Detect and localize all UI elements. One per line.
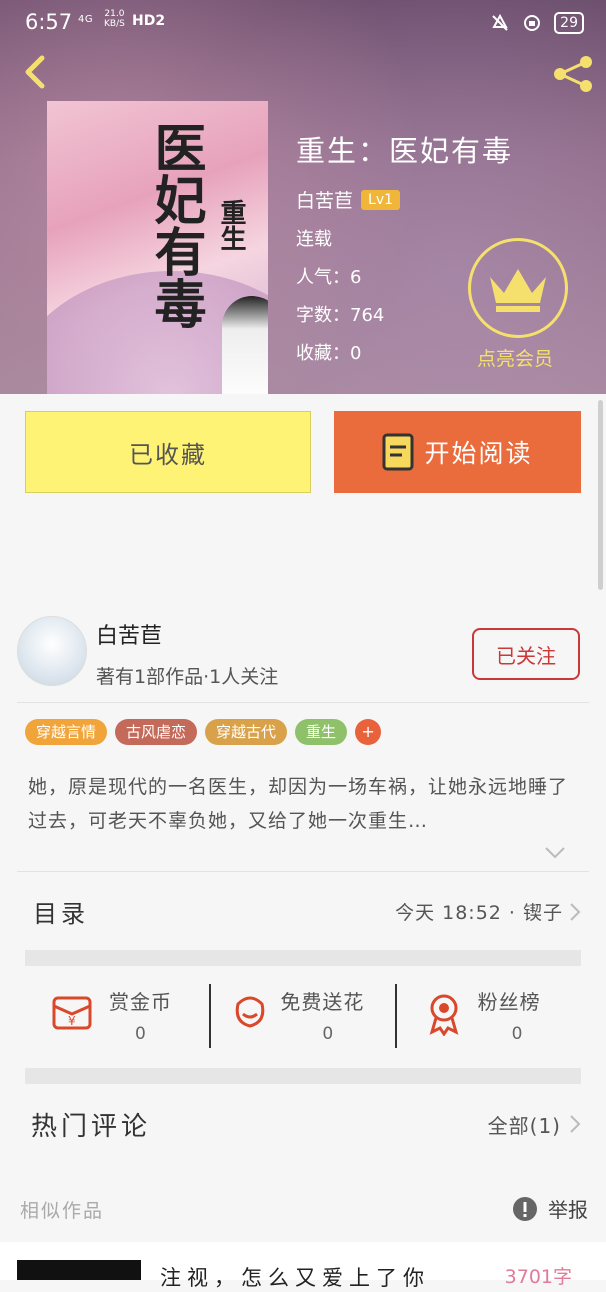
book-info: 重生：医妃有毒 白苦苣 Lv1 连载 人气：6 字数：764 收藏：0 [296,128,513,365]
stat-reward[interactable]: ¥ 赏金币 0 [25,972,210,1058]
all-comments-link[interactable]: 全部(1) [488,1110,561,1139]
flower-icon [236,996,265,1028]
status-bar: 6:57 4G 21.0 KB/S HD2 29 [0,0,606,46]
tag-item[interactable]: 重生 [295,719,348,745]
similar-item-cover [17,1260,141,1280]
similar-works-label: 相似作品 [20,1200,105,1222]
stat-label: 粉丝榜 [477,990,541,1014]
status-right: 29 [490,12,584,34]
vip-button[interactable] [468,238,568,338]
book-icon [382,433,414,471]
level-badge: Lv1 [361,189,401,210]
alarm-icon [524,15,541,31]
chevron-down-icon[interactable] [544,846,566,860]
hot-comments-label: 热门评论 [31,1112,152,1142]
speed-unit: KB/S [104,19,125,29]
similar-item[interactable]: 注视，怎么又爱上了你 3701字 [0,1242,606,1290]
author-row: 白苦苣 Lv1 [296,186,513,213]
cover-title: 医妃有毒 [145,121,206,329]
tag-item[interactable]: 穿越言情 [25,719,108,745]
report-button[interactable]: 举报 [512,1194,588,1223]
tag-item[interactable]: 穿越古代 [205,719,288,745]
speed-value: 21.0 [104,9,125,19]
similar-item-count: 3701字 [504,1266,572,1288]
network-speed: 21.0 KB/S [104,9,125,29]
hot-comments-row[interactable]: 热门评论 全部(1) [25,1088,581,1158]
gift-card-icon: ¥ [52,996,92,1030]
section-separator [25,1068,581,1084]
similar-item-title: 注视，怎么又爱上了你 [160,1266,430,1290]
stat-value: 0 [322,1024,334,1044]
more-tags-button[interactable]: + [355,719,382,745]
book-status: 连载 [296,229,332,250]
follow-button[interactable]: 已关注 [472,628,580,680]
author-name[interactable]: 白苦苣 [96,618,162,650]
cover-subtitle: 重生 [216,199,246,251]
stat-fans[interactable]: 粉丝榜 0 [396,972,581,1058]
avatar[interactable] [17,616,87,686]
start-reading-button[interactable]: 开始阅读 [334,411,581,493]
stat-flower[interactable]: 免费送花 0 [210,972,395,1058]
book-header: 6:57 4G 21.0 KB/S HD2 29 医妃有毒 重生 重生：医妃有毒 … [0,0,606,394]
svg-text:¥: ¥ [68,1014,76,1028]
tag-list: 穿越言情 古风虐恋 穿越古代 重生 + [25,719,382,745]
report-label: 举报 [548,1198,588,1222]
mute-icon [492,13,508,31]
status-time: 6:57 [25,10,73,34]
scrollbar[interactable] [598,400,603,590]
medal-icon [429,994,459,1036]
network-indicator: 4G [78,14,94,25]
book-author[interactable]: 白苦苣 [296,186,353,213]
hd-indicator: HD2 [132,13,166,29]
catalog-label: 目录 [33,900,89,928]
catalog-update: 今天 18:52 · 锲子 [395,902,563,924]
share-icon[interactable] [550,54,596,94]
book-title: 重生：医妃有毒 [296,134,514,168]
chevron-right-icon [570,1115,581,1133]
section-separator [25,950,581,966]
back-icon[interactable] [16,52,56,92]
start-reading-label: 开始阅读 [424,439,533,468]
stat-value: 0 [511,1024,523,1044]
stat-label: 赏金币 [109,990,172,1014]
book-cover[interactable]: 医妃有毒 重生 [47,101,268,394]
tag-item[interactable]: 古风虐恋 [115,719,198,745]
warning-icon [513,1196,537,1221]
cover-figure [222,296,268,394]
crown-icon [490,269,546,312]
battery-indicator: 29 [554,12,584,34]
stats-row: ¥ 赏金币 0 免费送花 0 粉丝榜 0 [25,972,581,1058]
author-panel: 白苦苣 著有1部作品·1人关注 已关注 [0,612,606,700]
chevron-right-icon [570,903,581,921]
author-subtitle: 著有1部作品·1人关注 [96,666,279,688]
stat-label: 免费送花 [280,990,365,1014]
divider [17,702,589,703]
catalog-row[interactable]: 目录 今天 18:52 · 锲子 [25,872,581,950]
stat-value: 0 [135,1024,146,1044]
collected-button[interactable]: 已收藏 [25,411,311,493]
vip-label[interactable]: 点亮会员 [477,344,553,371]
book-summary: 她，原是现代的一名医生，却因为一场车祸，让她永远地睡了过去，可老天不辜负她，又给… [28,776,569,832]
